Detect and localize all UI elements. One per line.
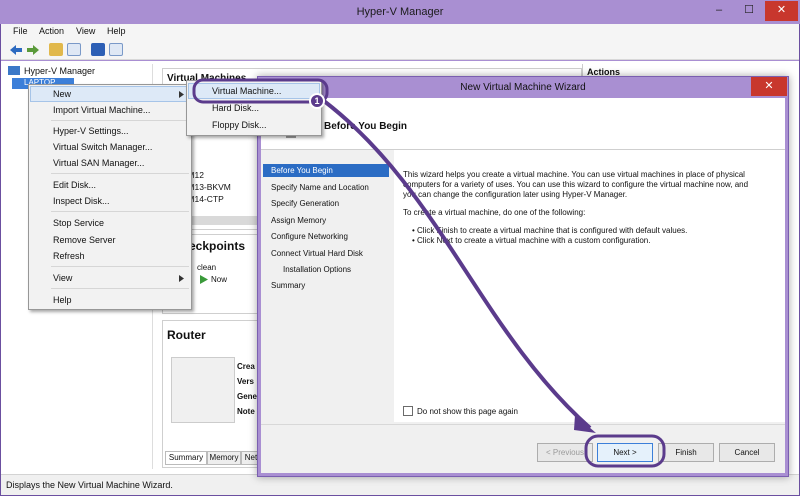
highlight-virtual-machine-callout xyxy=(192,78,329,104)
highlight-next-callout xyxy=(584,434,666,468)
callout-arrowhead-icon xyxy=(574,415,596,433)
callout-arrow-line xyxy=(322,99,592,430)
callout-badge: 1 xyxy=(309,93,325,109)
callout-overlay xyxy=(192,78,666,468)
